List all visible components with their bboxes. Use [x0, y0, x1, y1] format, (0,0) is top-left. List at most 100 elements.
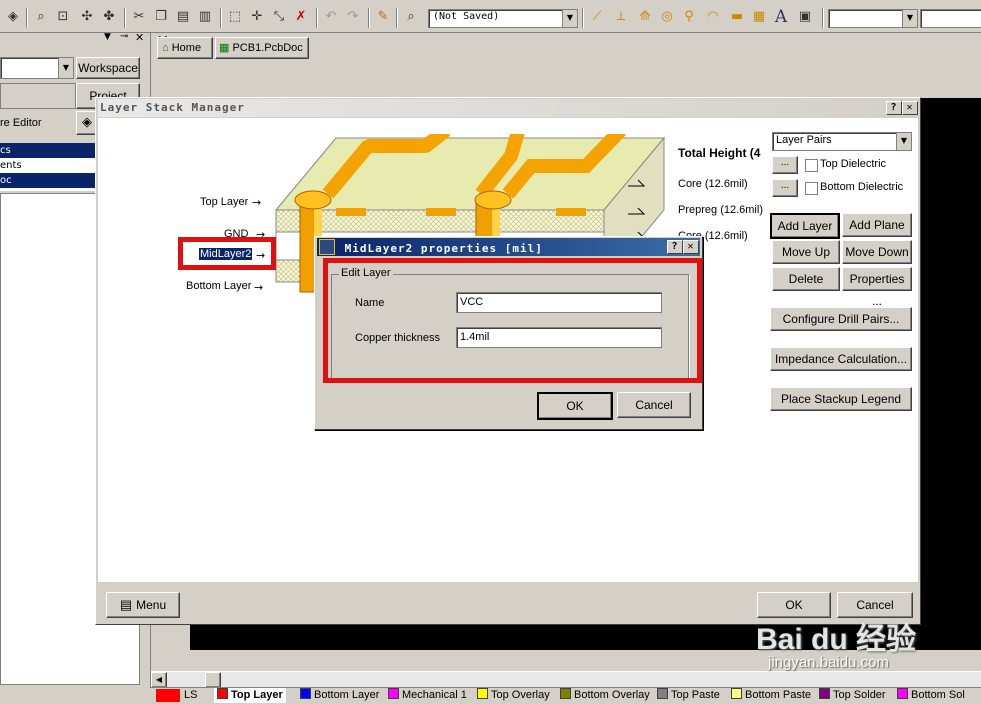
- layer-pairs-combo[interactable]: Layer Pairs ▼: [772, 132, 912, 151]
- menu-icon: ▤: [119, 597, 133, 612]
- layer-tab-ls[interactable]: LS: [184, 688, 197, 703]
- layer-tab-label: Bottom Sol: [911, 689, 965, 701]
- layer-tab-mechanical-1[interactable]: Mechanical 1: [388, 688, 467, 703]
- layer-tab-bottom-solder[interactable]: Bottom Sol: [897, 688, 981, 703]
- layer-tab-bottom-overlay[interactable]: Bottom Overlay: [560, 688, 650, 703]
- layer-tab-bottom-paste[interactable]: Bottom Paste: [731, 688, 811, 703]
- layer-tab-label: Mechanical 1: [402, 689, 467, 701]
- move-up-button[interactable]: Move Up: [772, 240, 840, 264]
- cut-icon[interactable]: ✂: [130, 8, 148, 26]
- string-icon[interactable]: A: [772, 8, 790, 26]
- tab-pcb-document[interactable]: ▦ PCB1.PcbDoc: [215, 37, 309, 59]
- zoom-fit-icon[interactable]: ⊡: [54, 8, 72, 26]
- help-icon[interactable]: ?: [886, 101, 902, 115]
- tree-item[interactable]: oc: [0, 173, 96, 188]
- chevron-down-icon[interactable]: ▼: [896, 133, 911, 150]
- properties-title-bar: MidLayer2 properties [mil] ? ✕: [317, 238, 700, 256]
- layers-icon[interactable]: ◈: [4, 8, 22, 26]
- current-layer-swatch[interactable]: [156, 689, 180, 702]
- inspect-icon[interactable]: ⌕: [402, 8, 420, 26]
- properties-dialog-title: MidLayer2 properties [mil]: [344, 242, 543, 255]
- chevron-down-icon[interactable]: ▼: [902, 10, 917, 27]
- panel-menu-icon[interactable]: ▼: [104, 32, 111, 42]
- properties-button[interactable]: Properties ...: [842, 267, 912, 308]
- layer-tab-label: Top Overlay: [491, 689, 550, 701]
- top-layer-label[interactable]: Top Layer: [200, 196, 248, 208]
- place-stackup-legend-button[interactable]: Place Stackup Legend: [770, 387, 912, 411]
- route-icon[interactable]: ⟋: [588, 8, 606, 26]
- bottom-dielectric-settings-button[interactable]: ...: [772, 179, 798, 197]
- properties-cancel-button[interactable]: Cancel: [617, 392, 691, 418]
- layer-tab-top-solder[interactable]: Top Solder: [819, 688, 886, 703]
- rubber-stamp-icon[interactable]: ▥: [196, 8, 214, 26]
- chevron-down-icon[interactable]: ▼: [562, 10, 577, 27]
- toolbar-extra-combo[interactable]: [920, 9, 981, 28]
- top-dielectric-checkbox[interactable]: [805, 159, 818, 172]
- panel-header: ▼ ⊸ ✕: [0, 31, 150, 47]
- redo-icon[interactable]: ↷: [344, 8, 362, 26]
- scroll-thumb[interactable]: [205, 672, 221, 688]
- horizontal-scrollbar[interactable]: ◀: [151, 671, 981, 688]
- add-plane-button[interactable]: Add Plane: [842, 213, 912, 237]
- tree-item[interactable]: ents: [0, 158, 96, 173]
- via-icon[interactable]: ⚲: [680, 8, 698, 26]
- scroll-left-button[interactable]: ◀: [151, 672, 167, 688]
- workspace-button[interactable]: Workspace: [76, 57, 140, 79]
- bottom-layer-label[interactable]: Bottom Layer: [186, 280, 251, 292]
- project-combo[interactable]: [0, 83, 76, 109]
- menu-button[interactable]: ▤ Menu: [106, 592, 180, 618]
- differential-pair-icon[interactable]: ⟰: [636, 8, 654, 26]
- main-toolbar: ◈ ⌕ ⊡ ✣ ✤ ✂ ❐ ▤ ▥ ⬚ ✛ ⤡ ✗ ↶ ↷ ✎ ⌕ (Not S…: [0, 0, 981, 33]
- close-icon[interactable]: ✕: [902, 101, 918, 115]
- layer-tab-top-layer[interactable]: Top Layer: [214, 688, 286, 703]
- select-rect-icon[interactable]: ⬚: [226, 8, 244, 26]
- paste-icon[interactable]: ▤: [174, 8, 192, 26]
- deselect-icon[interactable]: ⤡: [270, 8, 288, 26]
- prepreg-label[interactable]: Prepreg (12.6mil): [678, 204, 763, 216]
- component-icon[interactable]: ▣: [796, 8, 814, 26]
- zoom-selected-icon[interactable]: ✣: [78, 8, 96, 26]
- clear-icon[interactable]: ✗: [292, 8, 310, 26]
- core-1-label[interactable]: Core (12.6mil): [678, 178, 748, 190]
- tree-item[interactable]: cs: [0, 143, 96, 158]
- layer-tab-bottom-layer[interactable]: Bottom Layer: [300, 688, 379, 703]
- fill-icon[interactable]: ▬: [728, 8, 746, 26]
- view-config-combo[interactable]: (Not Saved) ▼: [428, 9, 578, 28]
- interactive-route-icon[interactable]: ⟂: [612, 8, 630, 26]
- configure-drill-pairs-button[interactable]: Configure Drill Pairs...: [770, 307, 912, 331]
- copy-icon[interactable]: ❐: [152, 8, 170, 26]
- move-icon[interactable]: ✛: [248, 8, 266, 26]
- polygon-icon[interactable]: ▦: [750, 8, 768, 26]
- close-icon[interactable]: ✕: [683, 240, 699, 254]
- chevron-down-icon[interactable]: ▼: [58, 58, 73, 78]
- layer-tab-top-overlay[interactable]: Top Overlay: [477, 688, 550, 703]
- dialog-title: Layer Stack Manager: [100, 101, 245, 114]
- help-icon[interactable]: ?: [667, 240, 683, 254]
- undo-icon[interactable]: ↶: [322, 8, 340, 26]
- zoom-filter-icon[interactable]: ✤: [100, 8, 118, 26]
- close-icon[interactable]: ✕: [135, 31, 144, 44]
- app-icon: [319, 239, 335, 255]
- impedance-calculation-button[interactable]: Impedance Calculation...: [770, 347, 912, 371]
- pad-icon[interactable]: ◎: [658, 8, 676, 26]
- layer-tab-label: LS: [184, 689, 198, 701]
- properties-ok-button[interactable]: OK: [537, 392, 613, 420]
- layer-tab-label: Bottom Overlay: [574, 689, 650, 701]
- pin-icon[interactable]: ⊸: [120, 31, 128, 42]
- pen-icon[interactable]: ✎: [374, 8, 392, 26]
- bottom-dielectric-checkbox[interactable]: [805, 182, 818, 195]
- move-down-button[interactable]: Move Down: [842, 240, 912, 264]
- arc-icon[interactable]: ◠: [704, 8, 722, 26]
- layer-tab-top-paste[interactable]: Top Paste: [657, 688, 720, 703]
- add-layer-button[interactable]: Add Layer: [770, 213, 840, 239]
- tab-home-label: Home: [171, 42, 202, 54]
- top-dielectric-settings-button[interactable]: ...: [772, 156, 798, 174]
- layer-tab-label: Top Solder: [833, 689, 886, 701]
- workspace-combo[interactable]: ▼: [0, 57, 74, 79]
- baidu-watermark-logo: Bai du 经验: [756, 623, 917, 656]
- toolbar-filter-combo[interactable]: ▼: [828, 9, 918, 28]
- delete-button[interactable]: Delete: [772, 267, 840, 291]
- pcb-doc-icon: ▦: [219, 42, 230, 54]
- tab-home[interactable]: ⌂ Home: [157, 37, 213, 59]
- zoom-icon[interactable]: ⌕: [32, 8, 50, 26]
